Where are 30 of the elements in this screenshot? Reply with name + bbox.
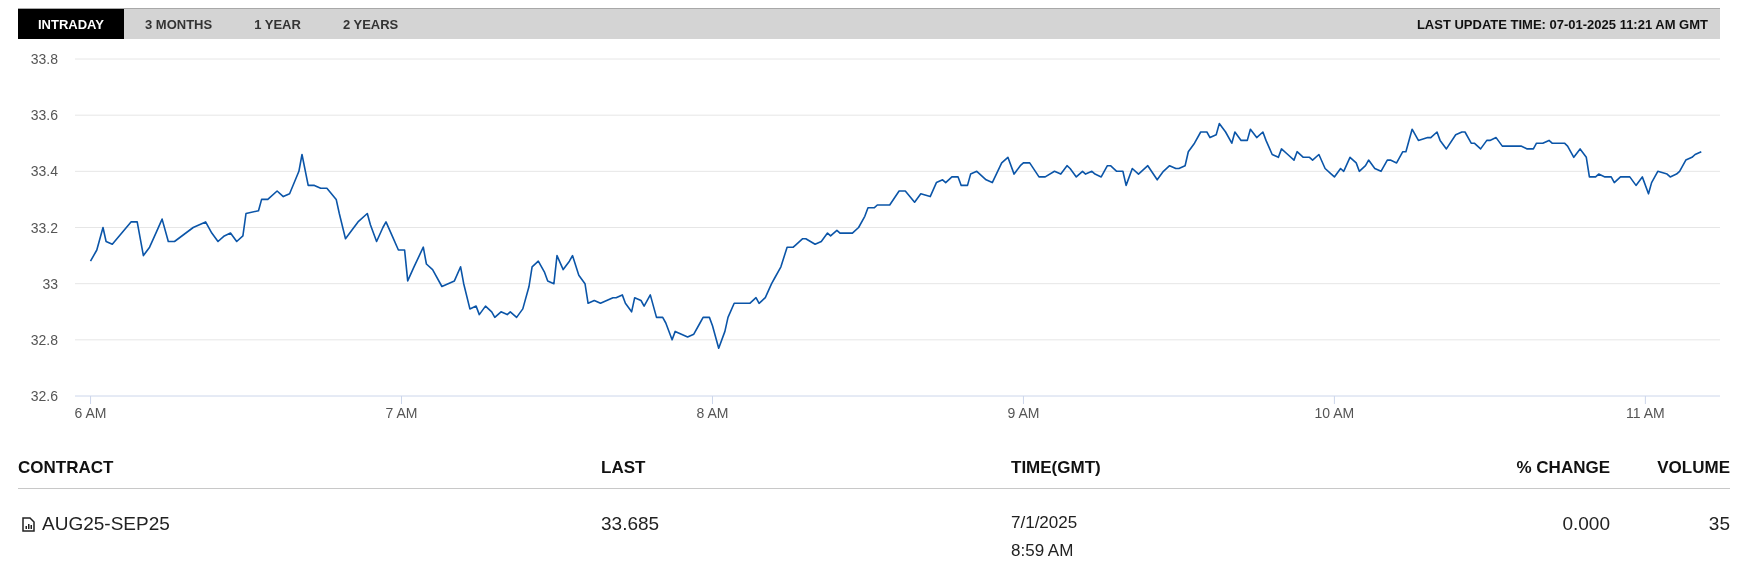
x-axis-label: 10 AM: [1314, 405, 1355, 421]
y-axis-label: 33.2: [30, 219, 58, 236]
y-axis-label: 33.6: [30, 107, 58, 124]
range-tab[interactable]: 1 YEAR: [233, 9, 322, 39]
range-tab[interactable]: 3 MONTHS: [124, 9, 234, 39]
column-header: VOLUME: [1656, 458, 1730, 478]
range-tab[interactable]: INTRADAY: [18, 9, 124, 39]
range-tab[interactable]: 2 YEARS: [321, 9, 420, 39]
column-header: TIME(GMT): [1011, 458, 1102, 478]
last-price: 33.685: [601, 513, 661, 535]
contract-name: AUG25-SEP25: [42, 513, 170, 535]
volume-value: 35: [1707, 513, 1730, 535]
x-axis-label: 9 AM: [1007, 405, 1040, 421]
column-header: LAST: [601, 458, 647, 478]
trade-time: 8:59 AM: [1011, 541, 1075, 561]
percent-change: 0.000: [1561, 513, 1610, 535]
y-axis-label: 33.8: [30, 51, 58, 67]
x-axis-label: 7 AM: [385, 405, 418, 421]
column-header: % CHANGE: [1515, 458, 1610, 478]
x-axis-label: 8 AM: [696, 405, 729, 421]
x-axis-label: 11 AM: [1626, 405, 1665, 421]
y-axis-label: 33.4: [30, 163, 58, 180]
y-axis-label: 33: [42, 275, 58, 292]
y-axis-label: 32.8: [30, 331, 58, 348]
x-axis-label: 6 AM: [74, 405, 107, 421]
last-update-time: LAST UPDATE TIME: 07-01-2025 11:21 AM GMT: [1416, 16, 1709, 32]
chart-document-icon: [22, 516, 35, 532]
column-header: CONTRACT: [18, 458, 115, 478]
y-axis-label: 32.6: [30, 388, 58, 404]
trade-date: 7/1/2025: [1011, 513, 1079, 533]
